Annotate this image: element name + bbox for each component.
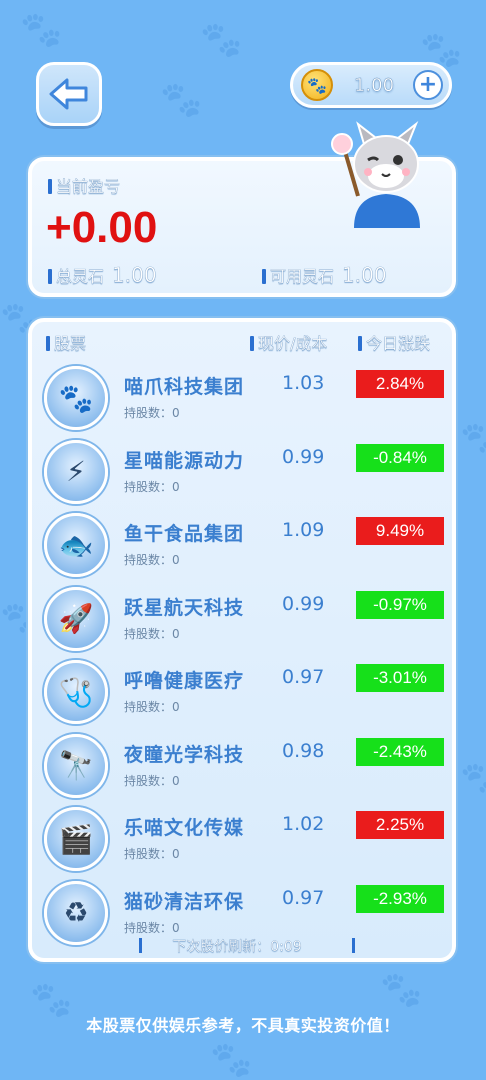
stock-name: 夜瞳光学科技 <box>124 743 245 766</box>
stock-row[interactable]: 🔭 夜瞳光学科技持股数：0 0.98 -2.43% <box>32 733 452 808</box>
stock-name: 跃星航天科技 <box>124 596 245 619</box>
stock-name: 星喵能源动力 <box>124 449 245 472</box>
holding-count: 持股数：0 <box>124 920 180 935</box>
stock-avatar-icon: ♻ <box>44 880 108 945</box>
stock-price: 0.99 <box>282 445 325 468</box>
stock-price: 1.09 <box>282 519 325 541</box>
stock-price: 0.97 <box>282 666 325 688</box>
holding-count: 持股数：0 <box>124 553 180 567</box>
back-button[interactable] <box>36 62 102 126</box>
header-change: 今日涨跌 <box>358 330 430 354</box>
stock-name: 猫砂清洁环保 <box>124 890 245 913</box>
stock-name: 乐喵文化传媒 <box>124 817 245 839</box>
stock-avatar-icon: 🐟 <box>44 513 108 577</box>
stock-list-card: 股票 现价/成本 今日涨跌 🐾 喵爪科技集团持股数：0 1.03 2.84% ⚡ 星喵能源… <box>28 318 456 962</box>
add-coin-button[interactable]: + <box>413 70 443 100</box>
stock-name: 鱼干食品集团 <box>124 523 245 545</box>
stock-avatar-icon: 🩺 <box>44 660 108 724</box>
stock-row[interactable]: 🐾 喵爪科技集团持股数：0 1.03 2.84% <box>32 366 452 440</box>
change-badge: 2.25% <box>356 811 444 839</box>
stock-avatar-icon: 🎬 <box>44 807 108 871</box>
stock-price: 0.98 <box>282 739 325 762</box>
total-stone: 总灵石 1.00 <box>48 263 157 287</box>
stock-avatar-icon: 🐾 <box>44 366 108 430</box>
stock-price: 1.02 <box>282 813 325 835</box>
refresh-timer: 下次股价刷新：0:09 <box>122 936 372 956</box>
change-badge: 9.49% <box>356 517 444 545</box>
stock-name: 喵爪科技集团 <box>124 376 245 398</box>
header-price: 现价/成本 <box>250 330 328 354</box>
disclaimer-text: 本股票仅供娱乐参考，不具真实投资价值！ <box>86 1016 400 1035</box>
stock-row[interactable]: 🐟 鱼干食品集团持股数：0 1.09 9.49% <box>32 513 452 587</box>
stock-row[interactable]: ⚡ 星喵能源动力持股数：0 0.99 -0.84% <box>32 439 452 514</box>
holding-count: 持股数：0 <box>124 479 180 494</box>
holding-count: 持股数：0 <box>124 406 180 420</box>
paw-coin-icon: 🐾 <box>301 69 333 101</box>
available-stone: 可用灵石 1.00 <box>262 263 387 287</box>
profit-title: 当前盈亏 <box>48 173 120 197</box>
stock-price: 0.97 <box>282 886 325 909</box>
change-badge: -0.97% <box>356 590 444 619</box>
stock-row[interactable]: 🎬 乐喵文化传媒持股数：0 1.02 2.25% <box>32 807 452 881</box>
coin-value: 1.00 <box>353 75 395 96</box>
change-badge: 2.84% <box>356 370 444 398</box>
holding-count: 持股数：0 <box>124 847 180 861</box>
stock-price: 1.03 <box>282 372 325 394</box>
cat-mascot-icon <box>331 120 420 228</box>
stock-price: 0.99 <box>282 592 325 615</box>
arrow-left-icon <box>49 78 88 110</box>
header-stock: 股票 <box>46 330 86 354</box>
stock-avatar-icon: 🚀 <box>44 586 108 651</box>
stock-avatar-icon: ⚡ <box>44 439 108 504</box>
stock-row[interactable]: 🩺 呼噜健康医疗持股数：0 0.97 -3.01% <box>32 660 452 734</box>
change-badge: -2.43% <box>356 737 444 766</box>
holding-count: 持股数：0 <box>124 773 180 788</box>
stock-row[interactable]: 🚀 跃星航天科技持股数：0 0.99 -0.97% <box>32 586 452 661</box>
stock-name: 呼噜健康医疗 <box>124 670 245 692</box>
holding-count: 持股数：0 <box>124 700 180 714</box>
coin-balance: 🐾 1.00 + <box>290 62 452 108</box>
holding-count: 持股数：0 <box>124 626 180 641</box>
stock-avatar-icon: 🔭 <box>44 733 108 798</box>
change-badge: -2.93% <box>356 884 444 913</box>
change-badge: -3.01% <box>356 664 444 692</box>
change-badge: -0.84% <box>356 443 444 472</box>
profit-value: +0.00 <box>46 203 158 252</box>
